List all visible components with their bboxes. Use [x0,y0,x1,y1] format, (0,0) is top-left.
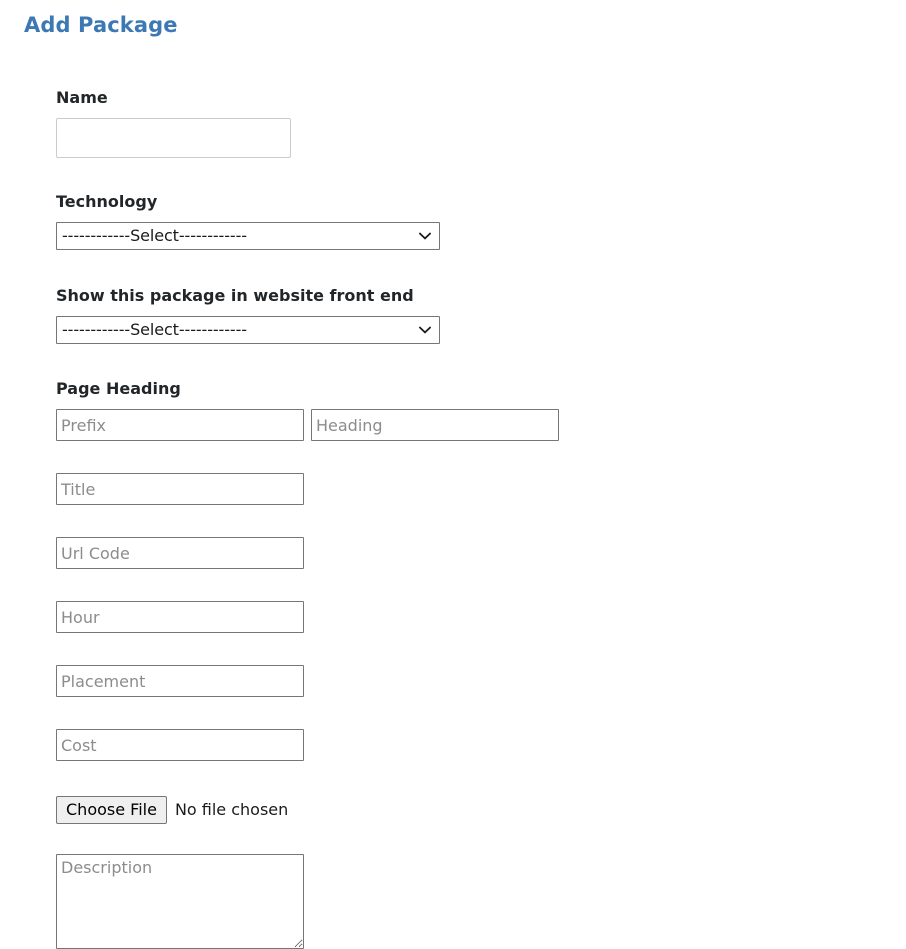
field-group-name: Name [56,88,616,158]
page-title: Add Package [24,13,178,37]
label-technology: Technology [56,192,158,211]
field-group-show-front-end: Show this package in website front end -… [56,286,616,344]
description-wrap [56,854,616,949]
show-front-end-select-value: ------------Select------------ [62,320,247,339]
label-show-front-end: Show this package in website front end [56,286,414,305]
title-input[interactable] [56,473,304,505]
field-group-technology: Technology ------------Select-----------… [56,192,616,250]
file-upload-row: Choose File No file chosen [56,796,616,824]
label-page-heading: Page Heading [56,379,181,398]
label-name: Name [56,88,108,107]
placement-input[interactable] [56,665,304,697]
show-front-end-select[interactable]: ------------Select------------ [56,316,440,344]
cost-input[interactable] [56,729,304,761]
name-input[interactable] [56,118,291,158]
add-package-page: Add Package Name Technology ------------… [0,0,906,949]
prefix-input[interactable] [56,409,304,441]
spacer-after-show-front-end [56,344,616,379]
technology-select-value: ------------Select------------ [62,226,247,245]
spacer-after-name [56,158,616,192]
hour-input[interactable] [56,601,304,633]
chevron-down-icon [419,317,431,343]
spacer-after-technology [56,250,616,286]
chevron-down-icon [419,223,431,249]
technology-select[interactable]: ------------Select------------ [56,222,440,250]
add-package-form: Name Technology ------------Select------… [56,88,616,949]
heading-input[interactable] [311,409,559,441]
url-code-input[interactable] [56,537,304,569]
page-heading-row [56,409,616,441]
field-group-page-heading: Page Heading [56,379,616,441]
file-upload-status: No file chosen [174,800,289,819]
description-textarea[interactable] [56,854,304,949]
choose-file-button[interactable]: Choose File [56,796,167,824]
